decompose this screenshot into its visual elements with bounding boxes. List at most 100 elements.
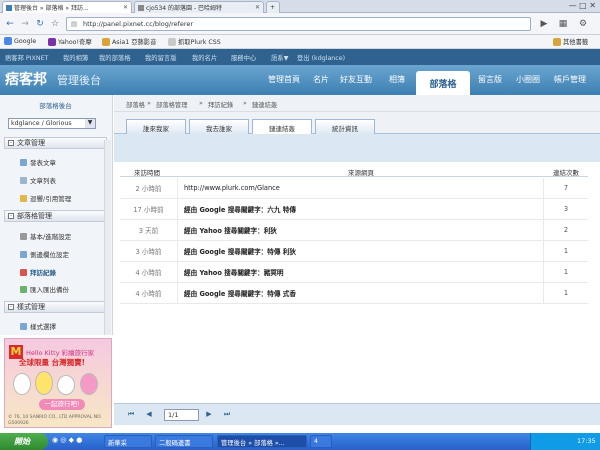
- menu-item[interactable]: 小圈圈: [516, 74, 540, 85]
- sidebar-item-post[interactable]: 發表文章: [20, 157, 56, 167]
- tab-who-visited[interactable]: 誰來我家: [126, 119, 186, 134]
- menu-item[interactable]: 相簿: [389, 74, 405, 85]
- cell-source[interactable]: 經由 Google 搜尋關鍵字：特傳 式香: [178, 283, 544, 303]
- content-tabs: 誰來我家 我去誰家 鏈連結轰 統計資訊: [114, 112, 600, 135]
- sidebar-item-comments[interactable]: 迴響/引用管理: [20, 193, 71, 203]
- prev-page-icon[interactable]: ◀: [144, 410, 154, 420]
- menu-item[interactable]: 帳戶管理: [554, 74, 586, 85]
- start-button[interactable]: 開始: [0, 433, 48, 450]
- browser-tab[interactable]: cjo534 的部落園 - 巴哈姆特 ✕: [134, 1, 264, 13]
- taskbar-item-active[interactable]: 管理後台 » 部落格 »...: [217, 435, 307, 448]
- tools-menu-icon[interactable]: ⚙: [576, 17, 590, 31]
- site-logo[interactable]: 痞客邦: [5, 69, 47, 89]
- sidebar-scrollbar[interactable]: [104, 140, 111, 335]
- bookmark-asia1[interactable]: Asia1 亞藝影音: [102, 37, 156, 46]
- sidebar-item-style[interactable]: 樣式選擇: [20, 321, 56, 331]
- bookmark-other[interactable]: 其他書籤: [553, 37, 588, 46]
- topnav-link[interactable]: 語系▼: [271, 53, 288, 62]
- content-toolbar: [114, 134, 600, 162]
- topnav-link[interactable]: 我的部落格: [99, 53, 130, 62]
- page-input[interactable]: 1/1: [164, 409, 199, 421]
- blog-select[interactable]: kdglance / Glorious ▼: [8, 118, 96, 129]
- bookmark-plurk-css[interactable]: 抓取Plurk CSS: [168, 37, 221, 46]
- menu-item-active[interactable]: 部落格: [416, 71, 470, 95]
- breadcrumb-separator: »: [243, 100, 247, 107]
- breadcrumb-item[interactable]: 部落格管理: [156, 100, 187, 109]
- yahoo-icon: [48, 37, 56, 46]
- menu-item[interactable]: 管理首頁: [268, 74, 300, 85]
- ad-button[interactable]: 一起旅行吧!: [39, 399, 85, 410]
- taskbar-item[interactable]: 新華采: [104, 435, 152, 448]
- sidebar: 部落格後台 kdglance / Glorious ▼ - 文章管理 發表文章 文…: [0, 95, 113, 335]
- hello-kitty-ad[interactable]: M Hello Kitty 彩繪旅行家 全球限量 台灣獨賣! 一起旅行吧! © …: [4, 338, 112, 428]
- cell-time: 2 小時前: [120, 178, 178, 198]
- next-page-icon[interactable]: ▶: [204, 410, 214, 420]
- browser-tab-label: 管理後台 » 部落格 » 拜訪...: [14, 5, 89, 12]
- chevron-down-icon: ▼: [85, 119, 95, 128]
- table-row: 17 小時前 經由 Google 搜尋關鍵字：六九 特傳 3: [120, 199, 588, 220]
- topnav-link[interactable]: 我的留言版: [145, 53, 176, 62]
- system-tray: 17:35: [530, 433, 600, 450]
- sidebar-item-backup[interactable]: 匯入匯出備份: [20, 284, 69, 294]
- column-header-count[interactable]: 連結次數: [553, 167, 579, 177]
- browser-tab-label: cjo534 的部落園 - 巴哈姆特: [146, 5, 222, 12]
- first-page-icon[interactable]: ⏮: [126, 410, 136, 420]
- menu-item[interactable]: 名片: [313, 74, 329, 85]
- sidebar-item-visits[interactable]: 拜訪紀錄: [20, 267, 56, 277]
- topnav-link[interactable]: 服務中心: [231, 53, 256, 62]
- last-page-icon[interactable]: ⏭: [222, 410, 232, 420]
- new-tab-button[interactable]: +: [266, 1, 280, 13]
- list-icon: [20, 176, 27, 184]
- clock[interactable]: 17:35: [577, 437, 596, 445]
- bookmarks-bar: Google Yahoo!奇摩 Asia1 亞藝影音 抓取Plurk CSS 其…: [0, 35, 600, 49]
- kitty-figure: [35, 371, 53, 395]
- close-icon[interactable]: ✕: [255, 4, 260, 11]
- cell-source[interactable]: 經由 Google 搜尋關鍵字：特傳 利狄: [178, 241, 544, 261]
- topnav-link[interactable]: 登出 (kdglance): [297, 53, 345, 62]
- forward-icon[interactable]: →: [18, 17, 32, 31]
- breadcrumb-separator: »: [199, 100, 203, 107]
- breadcrumb-item[interactable]: 部落格: [126, 100, 145, 109]
- browser-toolbar: ← → ↻ ☆ ▤ http://panel.pixnet.cc/blog/re…: [0, 13, 600, 35]
- cell-source[interactable]: 經由 Yahoo 搜尋關鍵字：豬冥明: [178, 262, 544, 282]
- menu-item[interactable]: 好友互動: [340, 74, 372, 85]
- section-blog[interactable]: - 部落格管理: [4, 210, 107, 222]
- address-bar[interactable]: ▤ http://panel.pixnet.cc/blog/referer: [66, 17, 531, 31]
- column-header-source[interactable]: 來源網頁: [348, 167, 374, 177]
- taskbar-item[interactable]: 二般碼邊書: [155, 435, 213, 448]
- collapse-icon: -: [8, 304, 14, 310]
- cell-source[interactable]: 經由 Google 搜尋關鍵字：六九 特傳: [178, 199, 544, 219]
- sidebar-item-sidebar-settings[interactable]: 側邊欄位設定: [20, 249, 69, 259]
- cell-source[interactable]: 經由 Yahoo 搜尋關鍵字：利狄: [178, 220, 544, 240]
- cell-source[interactable]: http://www.plurk.com/Glance: [178, 178, 544, 198]
- back-icon[interactable]: ←: [3, 17, 17, 31]
- bookmark-google[interactable]: Google: [4, 37, 36, 45]
- close-icon[interactable]: ✕: [123, 4, 128, 11]
- go-icon[interactable]: ▶: [537, 17, 551, 31]
- tab-where-i-went[interactable]: 我去誰家: [189, 119, 249, 134]
- browser-tab[interactable]: 管理後台 » 部落格 » 拜訪... ✕: [2, 1, 132, 13]
- footprint-icon: [20, 268, 27, 276]
- bookmark-yahoo[interactable]: Yahoo!奇摩: [48, 37, 92, 46]
- menu-item[interactable]: 留言版: [478, 74, 502, 85]
- window-controls[interactable]: — □ ✕: [569, 1, 596, 10]
- cell-count: 1: [563, 247, 569, 255]
- taskbar-item[interactable]: 4: [310, 435, 332, 448]
- breadcrumb-item[interactable]: 拜訪紀錄: [208, 100, 233, 109]
- reload-icon[interactable]: ↻: [33, 17, 47, 31]
- topnav-link[interactable]: 我的相簿: [63, 53, 88, 62]
- section-style[interactable]: - 樣式管理: [4, 301, 107, 313]
- sidebar-item-list[interactable]: 文章列表: [20, 175, 56, 185]
- tab-referers[interactable]: 鏈連結轰: [252, 119, 312, 135]
- windows-taskbar: 開始 ◉ ◎ ◆ ● 新華采 二般碼邊書 管理後台 » 部落格 »... 4 1…: [0, 433, 600, 450]
- topnav-link[interactable]: 我的名片: [192, 53, 217, 62]
- page-menu-icon[interactable]: ▦: [556, 17, 570, 31]
- cell-count: 7: [563, 184, 569, 192]
- sidebar-item-settings[interactable]: 基本/進階設定: [20, 231, 71, 241]
- column-header-time[interactable]: 來訪時間: [134, 167, 160, 177]
- section-article[interactable]: - 文章管理: [4, 137, 107, 149]
- star-icon[interactable]: ☆: [48, 17, 62, 31]
- topnav-link[interactable]: 痞客邦 PIXNET: [5, 53, 48, 62]
- quick-launch-icons[interactable]: ◉ ◎ ◆ ●: [52, 436, 100, 447]
- tab-statistics[interactable]: 統計資訊: [315, 119, 375, 134]
